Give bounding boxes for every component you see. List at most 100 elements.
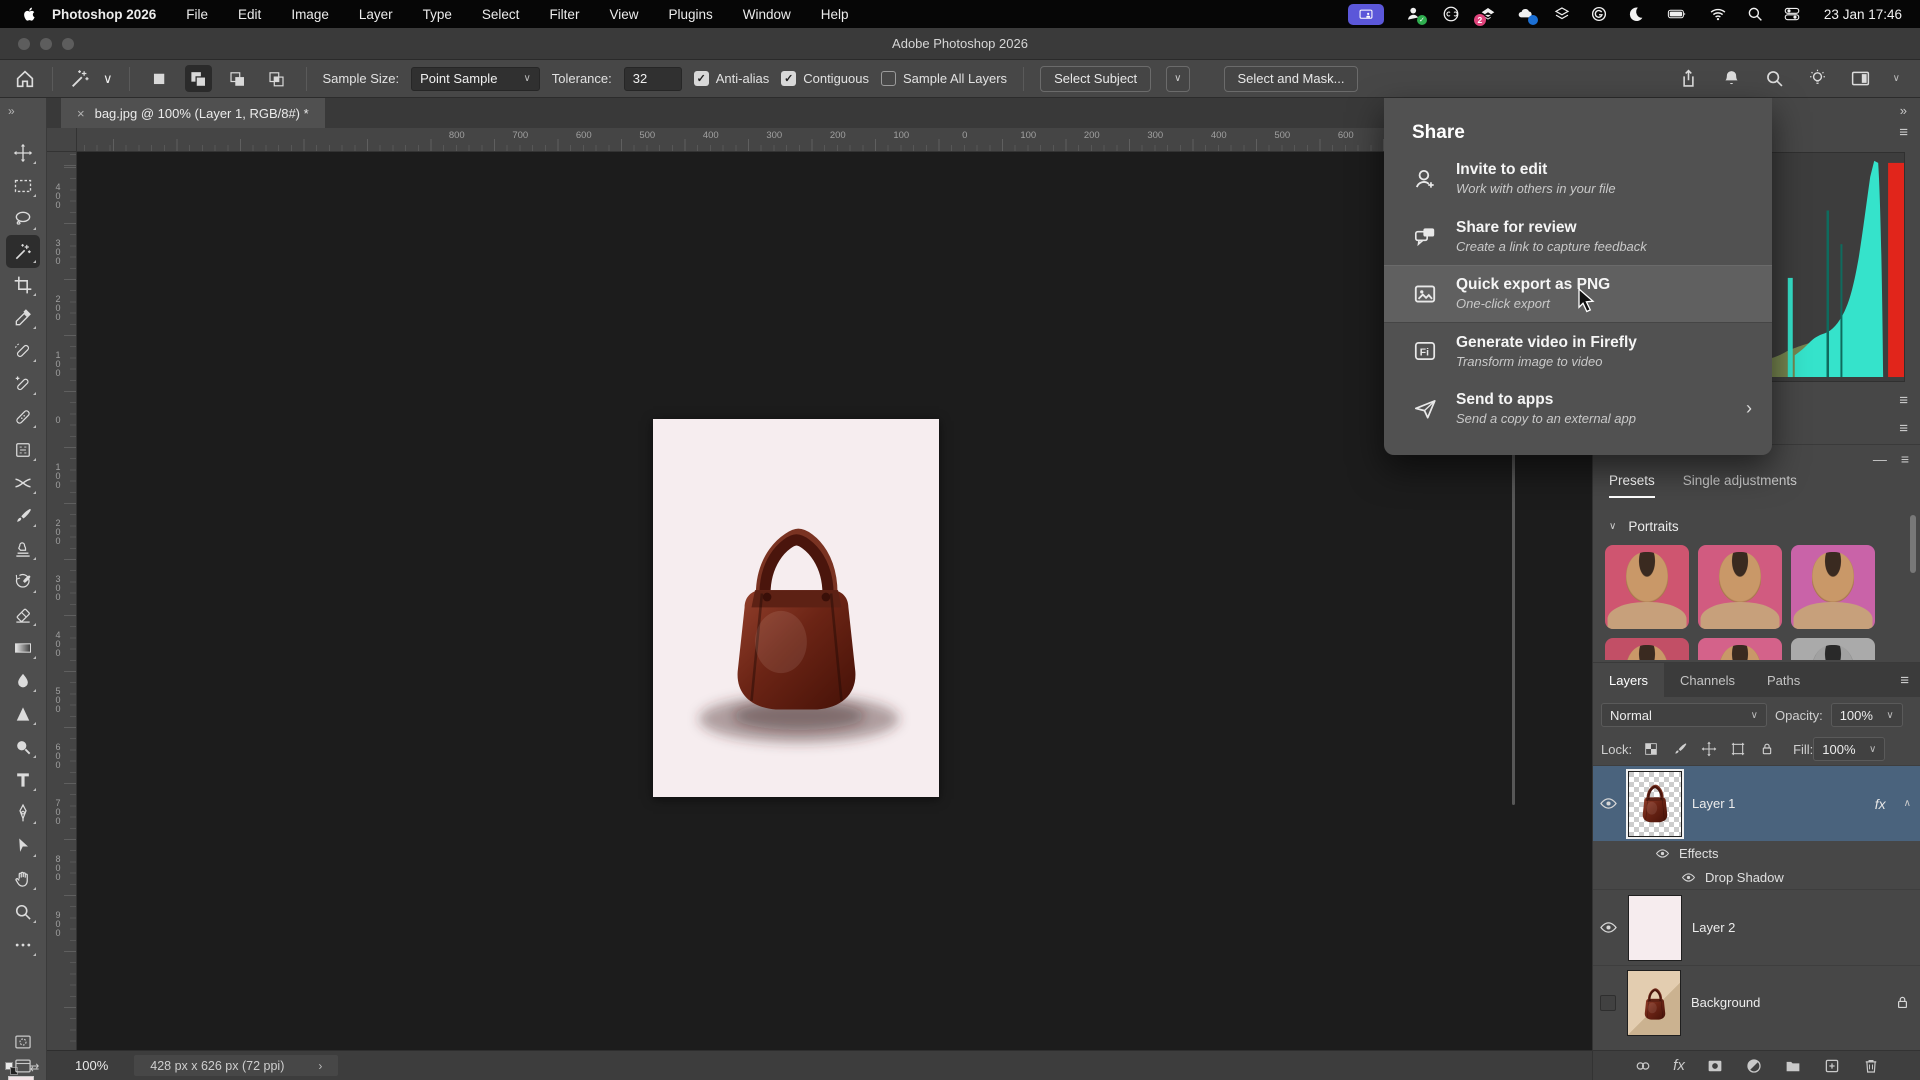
menubar-item[interactable]: View	[609, 7, 638, 22]
menubar-item[interactable]: Select	[482, 7, 520, 22]
document-info[interactable]: 428 px x 626 px (72 ppi) ›	[134, 1055, 338, 1076]
anti-alias-option[interactable]: ✓Anti-alias	[694, 71, 769, 86]
spotlight-search-icon[interactable]	[1746, 5, 1764, 23]
add-to-selection-mode[interactable]	[185, 65, 212, 92]
tab-single-adjustments[interactable]: Single adjustments	[1683, 473, 1797, 498]
intersect-selection-mode[interactable]	[263, 65, 290, 92]
effects-row[interactable]: Effects	[1593, 841, 1920, 865]
visibility-toggle-empty[interactable]	[1600, 995, 1616, 1011]
canvas-document[interactable]	[653, 419, 939, 797]
drop-shadow-eye-icon[interactable]	[1681, 870, 1696, 885]
creative-cloud-icon[interactable]	[1442, 5, 1460, 23]
dock-collapse-icon[interactable]: »	[1900, 103, 1906, 118]
send-to-apps-icon[interactable]: Send to apps Send a copy to an external …	[1384, 380, 1772, 438]
menubar-item[interactable]: Window	[743, 7, 791, 22]
background-thumbnail[interactable]	[1627, 970, 1681, 1036]
sample-all-layers-option[interactable]: Sample All Layers	[881, 71, 1007, 86]
portrait-preset-5[interactable]	[1698, 638, 1782, 660]
panel-menu-icon[interactable]: ≡	[1899, 392, 1908, 409]
spot-healing-tool[interactable]	[6, 334, 40, 367]
invite-to-edit-icon[interactable]: Invite to edit Work with others in your …	[1384, 150, 1772, 208]
home-icon[interactable]	[14, 68, 36, 90]
menubar-item[interactable]: Edit	[238, 7, 261, 22]
user-check-icon[interactable]: ✓	[1405, 5, 1423, 23]
blend-mode-dropdown[interactable]: Normal∨	[1601, 703, 1767, 727]
status-chevron-icon[interactable]: ›	[318, 1059, 322, 1073]
drop-shadow-row[interactable]: Drop Shadow	[1593, 865, 1920, 889]
menubar-clock[interactable]: 23 Jan 17:46	[1824, 7, 1902, 22]
magic-wand-tool-icon[interactable]	[69, 68, 91, 90]
presets-scrollbar[interactable]	[1910, 515, 1916, 573]
history-brush-tool[interactable]	[6, 565, 40, 598]
sharpen-tool[interactable]	[6, 697, 40, 730]
gradient-tool[interactable]	[6, 631, 40, 664]
tolerance-input[interactable]: 32	[624, 67, 682, 91]
direct-selection-tool[interactable]	[6, 829, 40, 862]
lock-image-pixels-icon[interactable]	[1665, 738, 1694, 760]
tab-channels[interactable]: Channels	[1664, 663, 1751, 697]
stack-icon[interactable]	[1553, 5, 1571, 23]
remove-tool[interactable]	[6, 367, 40, 400]
focus-moon-icon[interactable]	[1627, 5, 1645, 23]
sample-size-dropdown[interactable]: Point Sample∨	[411, 67, 540, 91]
opacity-input[interactable]: 100%∨	[1831, 703, 1903, 727]
zoom-tool[interactable]	[6, 895, 40, 928]
blur-tool[interactable]	[6, 664, 40, 697]
share-for-review-icon[interactable]: Share for review Create a link to captur…	[1384, 208, 1772, 266]
portrait-preset-6[interactable]	[1791, 638, 1875, 660]
menubar-item[interactable]: Plugins	[668, 7, 712, 22]
grammarly-icon[interactable]	[1590, 5, 1608, 23]
close-window-button[interactable]	[18, 38, 30, 50]
layer-name[interactable]: Layer 2	[1692, 920, 1911, 935]
workspace-chevron[interactable]: ∨	[1893, 73, 1900, 84]
new-selection-mode[interactable]	[146, 65, 173, 92]
fx-collapse-chevron[interactable]: ∧	[1904, 798, 1911, 809]
menubar-item[interactable]: Photoshop 2026	[52, 7, 156, 22]
menubar-item[interactable]: File	[186, 7, 208, 22]
layer1-thumbnail[interactable]	[1628, 771, 1682, 837]
lock-all-icon[interactable]	[1752, 738, 1781, 760]
new-group-folder-icon[interactable]	[1784, 1057, 1802, 1075]
dodge-tool[interactable]	[6, 730, 40, 763]
select-subject-options-button[interactable]: ∨	[1166, 66, 1189, 92]
sample-all-layers-checkbox[interactable]	[881, 71, 896, 86]
lock-position-icon[interactable]	[1694, 738, 1723, 760]
lock-transparent-pixels-icon[interactable]	[1636, 738, 1665, 760]
layers-panel-menu-icon[interactable]: ≡	[1900, 672, 1909, 689]
delete-layer-trash-icon[interactable]	[1862, 1057, 1880, 1075]
content-aware-move-tool[interactable]	[6, 466, 40, 499]
tool-preset-chevron[interactable]: ∨	[103, 67, 113, 91]
new-layer-icon[interactable]	[1823, 1057, 1841, 1075]
portrait-preset-1[interactable]	[1605, 545, 1689, 629]
menubar-item[interactable]: Layer	[359, 7, 393, 22]
menubar-item[interactable]: Image	[291, 7, 329, 22]
onedrive-icon[interactable]	[1516, 5, 1534, 23]
tab-presets[interactable]: Presets	[1609, 473, 1655, 498]
visibility-eye-icon[interactable]	[1599, 918, 1618, 937]
contiguous-option[interactable]: ✓Contiguous	[781, 71, 869, 86]
pen-tool[interactable]	[6, 796, 40, 829]
tab-layers[interactable]: Layers	[1593, 663, 1664, 697]
layer-row-layer1[interactable]: Layer 1 fx ∧	[1593, 765, 1920, 841]
type-tool[interactable]	[6, 763, 40, 796]
subtract-from-selection-mode[interactable]	[224, 65, 251, 92]
portrait-preset-2[interactable]	[1698, 545, 1782, 629]
firefly-icon[interactable]: Generate video in Firefly Transform imag…	[1384, 323, 1772, 381]
portrait-preset-4[interactable]	[1605, 638, 1689, 660]
notifications-bell-icon[interactable]	[1721, 68, 1742, 89]
layer-style-fx-icon[interactable]: fx	[1673, 1057, 1685, 1074]
discover-lightbulb-icon[interactable]	[1807, 68, 1828, 89]
panel-list-icon[interactable]: ≡	[1899, 420, 1908, 437]
screen-mirroring-icon[interactable]	[1348, 4, 1384, 25]
lasso-tool[interactable]	[6, 202, 40, 235]
document-tab[interactable]: × bag.jpg @ 100% (Layer 1, RGB/8#) *	[61, 98, 325, 128]
menubar-item[interactable]: Help	[821, 7, 849, 22]
toolbar-collapse-icon[interactable]: »	[8, 104, 14, 118]
clone-stamp-tool[interactable]	[6, 532, 40, 565]
menubar-item[interactable]: Type	[423, 7, 452, 22]
crop-tool[interactable]	[6, 268, 40, 301]
control-center-icon[interactable]	[1783, 5, 1801, 23]
contiguous-checkbox[interactable]: ✓	[781, 71, 796, 86]
link-layers-icon[interactable]	[1634, 1057, 1652, 1075]
visibility-eye-icon[interactable]	[1599, 794, 1618, 813]
